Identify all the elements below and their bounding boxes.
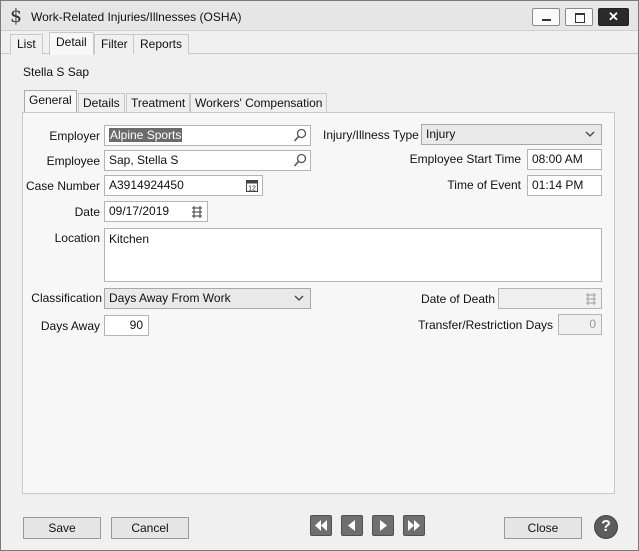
last-record-button[interactable] bbox=[403, 515, 425, 536]
cancel-button[interactable]: Cancel bbox=[111, 517, 189, 539]
dollar-sign-icon: $ bbox=[10, 5, 23, 27]
employee-start-label: Employee Start Time bbox=[409, 152, 521, 166]
calendar-icon bbox=[586, 293, 596, 305]
main-window: $ Work-Related Injuries/Illnesses (OSHA)… bbox=[0, 0, 639, 551]
location-field[interactable]: Kitchen bbox=[104, 228, 602, 282]
tab-detail[interactable]: Detail bbox=[49, 32, 94, 55]
time-of-event-field[interactable]: 01:14 PM bbox=[527, 175, 602, 196]
previous-record-button[interactable] bbox=[341, 515, 363, 536]
employee-start-field[interactable]: 08:00 AM bbox=[527, 149, 602, 170]
chevron-down-icon bbox=[585, 131, 595, 137]
close-button[interactable]: Close bbox=[504, 517, 582, 539]
subtab-details[interactable]: Details bbox=[78, 93, 125, 113]
minimize-button[interactable] bbox=[532, 8, 560, 26]
employee-value: Sap, Stella S bbox=[109, 153, 179, 167]
search-icon[interactable] bbox=[293, 153, 307, 168]
location-label: Location bbox=[54, 231, 100, 245]
injury-type-select[interactable]: Injury bbox=[421, 124, 602, 145]
employer-field[interactable]: Alpine Sports bbox=[104, 125, 311, 146]
days-away-label: Days Away bbox=[40, 319, 100, 333]
employer-value: Alpine Sports bbox=[109, 128, 183, 142]
classification-select[interactable]: Days Away From Work bbox=[104, 288, 311, 309]
case-generate-icon[interactable]: 12 bbox=[245, 178, 259, 193]
employee-field[interactable]: Sap, Stella S bbox=[104, 150, 311, 171]
tab-reports[interactable]: Reports bbox=[133, 34, 190, 54]
previous-record-icon bbox=[348, 520, 355, 531]
employee-label: Employee bbox=[46, 154, 100, 168]
injury-type-label: Injury/Illness Type bbox=[323, 128, 419, 142]
window-title: Work-Related Injuries/Illnesses (OSHA) bbox=[31, 10, 242, 24]
close-icon: ✕ bbox=[608, 9, 619, 24]
close-window-button[interactable]: ✕ bbox=[598, 8, 629, 26]
subtab-general[interactable]: General bbox=[24, 90, 77, 112]
transfer-days-label: Transfer/Restriction Days bbox=[418, 318, 553, 332]
classification-label: Classification bbox=[31, 291, 102, 305]
case-number-label: Case Number bbox=[25, 179, 100, 193]
date-value: 09/17/2019 bbox=[109, 204, 170, 218]
title-bar: $ Work-Related Injuries/Illnesses (OSHA)… bbox=[1, 1, 638, 31]
top-tab-strip: List Detail Filter Reports bbox=[1, 32, 638, 55]
next-record-button[interactable] bbox=[372, 515, 394, 536]
maximize-button[interactable] bbox=[565, 8, 593, 26]
tab-filter[interactable]: Filter bbox=[94, 34, 135, 54]
save-button[interactable]: Save bbox=[23, 517, 101, 539]
date-label: Date bbox=[74, 205, 100, 219]
tab-list[interactable]: List bbox=[10, 34, 43, 54]
help-icon[interactable]: ? bbox=[594, 515, 618, 539]
last-record-icon bbox=[408, 520, 420, 531]
classification-value: Days Away From Work bbox=[109, 291, 231, 305]
days-away-field[interactable]: 90 bbox=[104, 315, 149, 336]
date-of-death-label: Date of Death bbox=[420, 292, 495, 306]
first-record-button[interactable] bbox=[310, 515, 332, 536]
date-of-death-field bbox=[498, 288, 602, 309]
first-record-icon bbox=[315, 520, 327, 531]
calendar-icon[interactable] bbox=[190, 204, 204, 219]
case-number-field[interactable]: A3914924450 12 bbox=[104, 175, 263, 196]
subtab-treatment[interactable]: Treatment bbox=[126, 93, 191, 113]
svg-text:12: 12 bbox=[248, 186, 256, 193]
next-record-icon bbox=[380, 520, 387, 531]
search-icon[interactable] bbox=[293, 128, 307, 143]
case-number-value: A3914924450 bbox=[109, 178, 184, 192]
injury-type-value: Injury bbox=[426, 127, 456, 141]
time-of-event-label: Time of Event bbox=[447, 178, 521, 192]
chevron-down-icon bbox=[294, 295, 304, 301]
date-field[interactable]: 09/17/2019 bbox=[104, 201, 208, 222]
subtab-workers-compensation[interactable]: Workers' Compensation bbox=[190, 93, 328, 113]
person-name: Stella S Sap bbox=[23, 65, 90, 79]
employer-label: Employer bbox=[49, 129, 100, 143]
transfer-days-field: 0 bbox=[558, 314, 602, 335]
